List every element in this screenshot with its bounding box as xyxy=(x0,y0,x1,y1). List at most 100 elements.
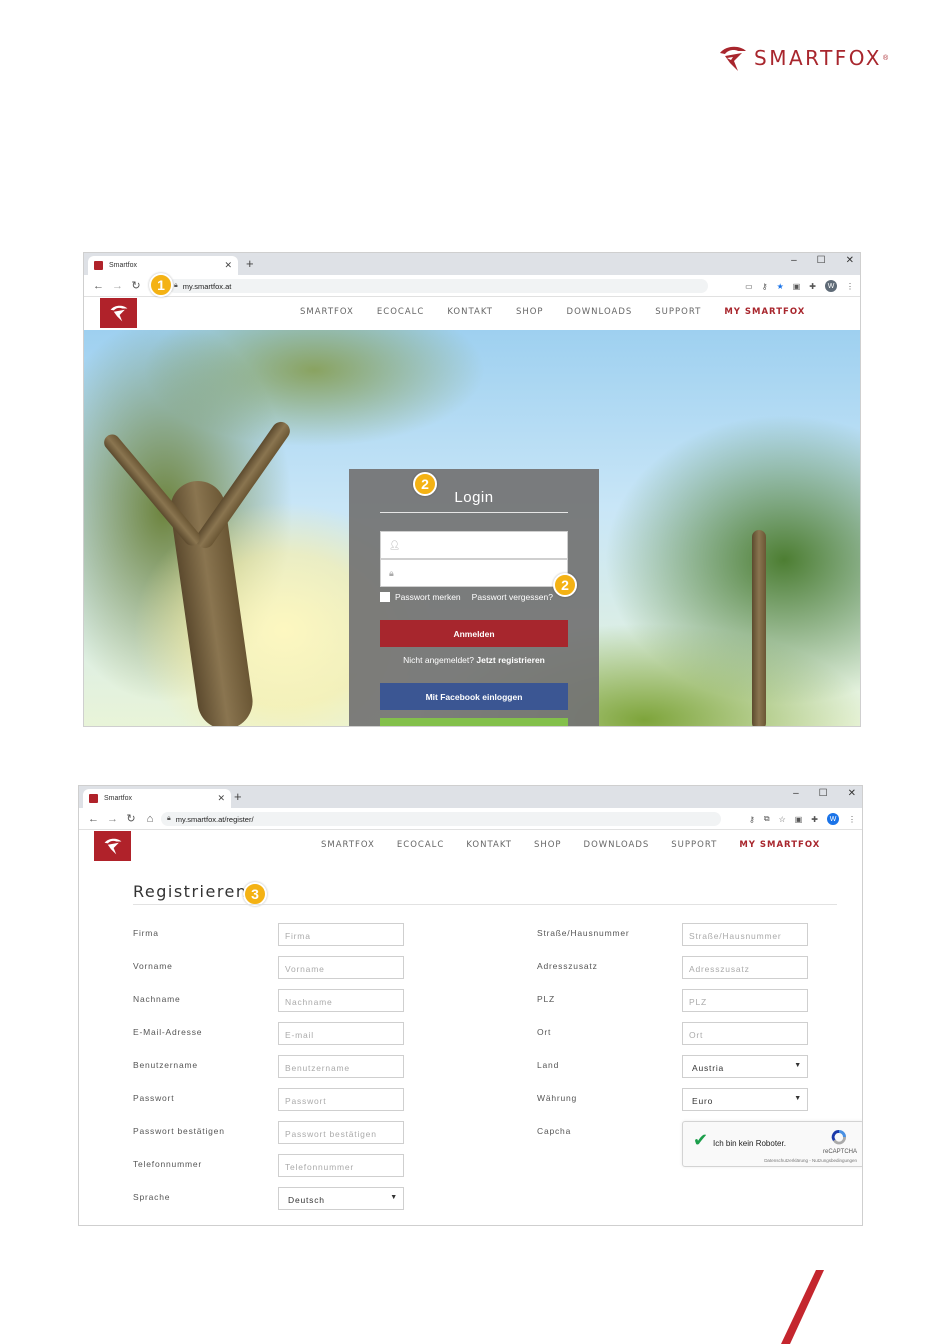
label-firma: Firma xyxy=(133,928,159,938)
facebook-login-button[interactable]: Mit Facebook einloggen xyxy=(380,683,568,710)
menu-item-shop[interactable]: SHOP xyxy=(534,840,562,850)
site-logo[interactable] xyxy=(94,831,131,861)
forward-icon[interactable]: → xyxy=(107,813,118,825)
vorname-input[interactable]: Vorname xyxy=(278,956,404,979)
menu-item-smartfox[interactable]: SMARTFOX xyxy=(300,307,354,317)
email-input[interactable]: E-mail xyxy=(278,1022,404,1045)
key-icon[interactable]: ⚷ xyxy=(749,815,755,824)
login-screenshot: Smartfox ✕ + – ☐ ✕ ← → ↻ 🔒︎ my.smartfox.… xyxy=(83,252,861,727)
firma-input[interactable]: Firma xyxy=(278,923,404,946)
step-marker-3: 3 xyxy=(243,882,267,906)
waehrung-select[interactable]: Euro ▼ xyxy=(682,1088,808,1111)
label-sprache: Sprache xyxy=(133,1192,171,1202)
address-bar: ← → ↻ 🔒︎ my.smartfox.at ▭ ⚷ ★ ▣ ✚ W ⋮ xyxy=(84,275,860,297)
recaptcha-widget[interactable]: ✔ Ich bin kein Roboter. reCAPTCHA Datens… xyxy=(682,1121,862,1167)
plz-input[interactable]: PLZ xyxy=(682,989,808,1012)
bookmark-star-icon[interactable]: ★ xyxy=(777,282,784,291)
browser-tab[interactable]: Smartfox ✕ xyxy=(83,789,231,808)
label-vorname: Vorname xyxy=(133,961,173,971)
recaptcha-logo-icon xyxy=(831,1129,847,1145)
back-icon[interactable]: ← xyxy=(88,813,99,825)
tab-close-icon[interactable]: ✕ xyxy=(224,260,232,271)
forward-icon[interactable]: → xyxy=(112,280,123,292)
url-text: my.smartfox.at/register/ xyxy=(175,814,254,824)
extensions-area: ▭ ⚷ ★ ▣ ✚ W ⋮ xyxy=(745,280,854,292)
ort-input[interactable]: Ort xyxy=(682,1022,808,1045)
register-link[interactable]: Jetzt registrieren xyxy=(476,655,545,665)
browser-tab[interactable]: Smartfox ✕ xyxy=(88,256,238,275)
new-tab-icon[interactable]: + xyxy=(234,789,242,804)
home-icon[interactable]: ⌂ xyxy=(145,813,155,825)
menu-item-my-smartfox[interactable]: MY SMARTFOX xyxy=(739,840,820,850)
key-icon[interactable]: ⚷ xyxy=(762,282,768,291)
label-email: E-Mail-Adresse xyxy=(133,1027,203,1037)
profile-avatar[interactable]: W xyxy=(827,813,839,825)
lock-icon: 🔒︎ xyxy=(389,568,394,578)
profile-avatar[interactable]: W xyxy=(825,280,837,292)
passwort-input[interactable]: Passwort xyxy=(278,1088,404,1111)
passwort-bestaetigen-input[interactable]: Passwort bestätigen xyxy=(278,1121,404,1144)
menu-item-ecocalc[interactable]: ECOCALC xyxy=(377,307,424,317)
benutzername-input[interactable]: Benutzername xyxy=(278,1055,404,1078)
checkmark-icon[interactable]: ✔ xyxy=(693,1130,708,1151)
label-telefonnummer: Telefonnummer xyxy=(133,1159,202,1169)
address-bar: ← → ↻ ⌂ 🔒︎ my.smartfox.at/register/ ⚷ ⧉ … xyxy=(79,808,862,830)
register-row: Nicht angemeldet? Jetzt registrieren xyxy=(380,655,568,665)
url-field[interactable]: 🔒︎ my.smartfox.at xyxy=(168,279,708,293)
site-logo[interactable] xyxy=(100,298,137,328)
minimize-icon[interactable]: – xyxy=(791,255,797,266)
menu-item-my-smartfox[interactable]: MY SMARTFOX xyxy=(724,307,805,317)
label-capcha: Capcha xyxy=(537,1126,572,1136)
puzzle-icon[interactable]: ✚ xyxy=(811,815,818,824)
new-tab-icon[interactable]: + xyxy=(246,256,254,271)
demo-login-button[interactable]: Demo Login xyxy=(380,718,568,726)
close-window-icon[interactable]: ✕ xyxy=(848,788,856,799)
label-adresszusatz: Adresszusatz xyxy=(537,961,598,971)
menu-item-kontakt[interactable]: KONTAKT xyxy=(447,307,493,317)
menu-dots-icon[interactable]: ⋮ xyxy=(846,282,854,291)
label-ort: Ort xyxy=(537,1027,552,1037)
maximize-icon[interactable]: ☐ xyxy=(819,788,828,799)
label-passwort-bestaetigen: Passwort bestätigen xyxy=(133,1126,225,1136)
menu-item-support[interactable]: SUPPORT xyxy=(655,307,701,317)
username-input[interactable]: 👤︎ xyxy=(380,531,568,559)
label-benutzername: Benutzername xyxy=(133,1060,198,1070)
recaptcha-terms[interactable]: Datenschutzerklärung - Nutzungsbedingung… xyxy=(764,1158,857,1163)
menu-item-shop[interactable]: SHOP xyxy=(516,307,544,317)
maximize-icon[interactable]: ☐ xyxy=(817,255,826,266)
forgot-password-link[interactable]: Passwort vergessen? xyxy=(472,592,553,602)
menu-item-downloads[interactable]: DOWNLOADS xyxy=(584,840,650,850)
translate-icon[interactable]: ⧉ xyxy=(764,814,770,824)
close-window-icon[interactable]: ✕ xyxy=(846,255,854,266)
menu-item-ecocalc[interactable]: ECOCALC xyxy=(397,840,444,850)
extension-icon[interactable]: ▣ xyxy=(795,815,803,824)
url-field[interactable]: 🔒︎ my.smartfox.at/register/ xyxy=(161,812,721,826)
reload-icon[interactable]: ↻ xyxy=(126,812,136,825)
login-button[interactable]: Anmelden xyxy=(380,620,568,647)
menu-item-kontakt[interactable]: KONTAKT xyxy=(466,840,512,850)
puzzle-icon[interactable]: ✚ xyxy=(809,282,816,291)
menu-item-smartfox[interactable]: SMARTFOX xyxy=(321,840,375,850)
nachname-input[interactable]: Nachname xyxy=(278,989,404,1012)
sprache-select[interactable]: Deutsch ▼ xyxy=(278,1187,404,1210)
reload-icon[interactable]: ↻ xyxy=(131,279,141,292)
menu-item-downloads[interactable]: DOWNLOADS xyxy=(567,307,633,317)
remember-checkbox[interactable] xyxy=(380,592,390,602)
menu-dots-icon[interactable]: ⋮ xyxy=(848,815,856,824)
bookmark-star-icon[interactable]: ☆ xyxy=(779,815,786,824)
minimize-icon[interactable]: – xyxy=(793,788,799,799)
menu-item-support[interactable]: SUPPORT xyxy=(671,840,717,850)
adresszusatz-input[interactable]: Adresszusatz xyxy=(682,956,808,979)
extension-icon[interactable]: ▣ xyxy=(793,282,801,291)
password-input[interactable]: 🔒︎ xyxy=(380,559,568,587)
hero-background: Login 👤︎ 🔒︎ Passwort merken Passwort ver… xyxy=(84,330,860,726)
chevron-down-icon: ▼ xyxy=(794,1062,802,1069)
tab-close-icon[interactable]: ✕ xyxy=(217,793,225,804)
cast-icon[interactable]: ▭ xyxy=(745,282,753,291)
telefonnummer-input[interactable]: Telefonnummer xyxy=(278,1154,404,1177)
back-icon[interactable]: ← xyxy=(93,280,104,292)
land-select[interactable]: Austria ▼ xyxy=(682,1055,808,1078)
lock-icon: 🔒︎ xyxy=(174,282,178,289)
fox-logo-icon xyxy=(104,838,121,855)
strasse-input[interactable]: Straße/Hausnummer xyxy=(682,923,808,946)
